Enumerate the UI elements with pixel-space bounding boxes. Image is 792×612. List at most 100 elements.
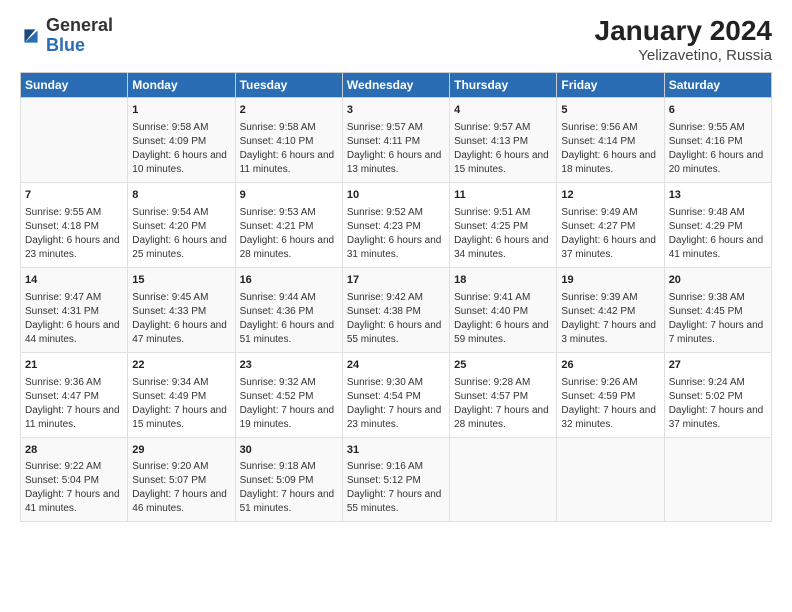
cell-content: Sunrise: 9:56 AMSunset: 4:14 PMDaylight:…	[561, 121, 659, 177]
header-sunday: Sunday	[21, 72, 128, 97]
table-row: 30Sunrise: 9:18 AMSunset: 5:09 PMDayligh…	[235, 437, 342, 522]
cell-content: Sunrise: 9:53 AMSunset: 4:21 PMDaylight:…	[240, 206, 338, 262]
calendar-title: January 2024	[595, 16, 772, 47]
day-number: 19	[561, 273, 659, 289]
day-number: 26	[561, 358, 659, 374]
day-number: 14	[25, 273, 123, 289]
table-row: 12 Sunrise: 9:49 AMSunset: 4:27 PMDayligh…	[557, 182, 664, 267]
day-number: 27	[669, 358, 767, 374]
day-number: 15	[132, 273, 230, 289]
table-row	[21, 97, 128, 182]
cell-content: Sunrise: 9:34 AMSunset: 4:49 PMDaylight:…	[132, 376, 230, 432]
day-number: 21	[25, 358, 123, 374]
day-number: 10	[347, 188, 445, 204]
cell-content: Sunrise: 9:36 AMSunset: 4:47 PMDaylight:…	[25, 376, 123, 432]
table-row: 22 Sunrise: 9:34 AMSunset: 4:49 PMDayligh…	[128, 352, 235, 437]
day-number: 3	[347, 103, 445, 119]
cell-content: Sunrise: 9:22 AMSunset: 5:04 PMDaylight:…	[25, 460, 123, 516]
cell-content: Sunrise: 9:18 AMSunset: 5:09 PMDaylight:…	[240, 460, 338, 516]
cell-content: Sunrise: 9:20 AMSunset: 5:07 PMDaylight:…	[132, 460, 230, 516]
day-number: 6	[669, 103, 767, 119]
table-row: 6 Sunrise: 9:55 AMSunset: 4:16 PMDaylight…	[664, 97, 771, 182]
table-row: 9Sunrise: 9:53 AMSunset: 4:21 PMDaylight…	[235, 182, 342, 267]
table-row: 14 Sunrise: 9:47 AMSunset: 4:31 PMDayligh…	[21, 267, 128, 352]
logo-icon	[20, 25, 42, 47]
day-number: 13	[669, 188, 767, 204]
day-number: 20	[669, 273, 767, 289]
cell-content: Sunrise: 9:30 AMSunset: 4:54 PMDaylight:…	[347, 376, 445, 432]
table-row: 20 Sunrise: 9:38 AMSunset: 4:45 PMDayligh…	[664, 267, 771, 352]
table-row: 2 Sunrise: 9:58 AMSunset: 4:10 PMDaylight…	[235, 97, 342, 182]
cell-content: Sunrise: 9:38 AMSunset: 4:45 PMDaylight:…	[669, 291, 767, 347]
header-friday: Friday	[557, 72, 664, 97]
page: General Blue January 2024 Yelizavetino, …	[0, 0, 792, 532]
cell-content: Sunrise: 9:26 AMSunset: 4:59 PMDaylight:…	[561, 376, 659, 432]
header: General Blue January 2024 Yelizavetino, …	[20, 16, 772, 64]
table-row: 5 Sunrise: 9:56 AMSunset: 4:14 PMDaylight…	[557, 97, 664, 182]
header-tuesday: Tuesday	[235, 72, 342, 97]
cell-content: Sunrise: 9:49 AMSunset: 4:27 PMDaylight:…	[561, 206, 659, 262]
table-row: 4 Sunrise: 9:57 AMSunset: 4:13 PMDaylight…	[450, 97, 557, 182]
table-row: 25Sunrise: 9:28 AMSunset: 4:57 PMDayligh…	[450, 352, 557, 437]
table-row: 21 Sunrise: 9:36 AMSunset: 4:47 PMDayligh…	[21, 352, 128, 437]
day-number: 25	[454, 358, 552, 374]
day-number: 18	[454, 273, 552, 289]
header-saturday: Saturday	[664, 72, 771, 97]
day-number: 29	[132, 443, 230, 459]
calendar-week-row: 28Sunrise: 9:22 AMSunset: 5:04 PMDayligh…	[21, 437, 772, 522]
cell-content: Sunrise: 9:24 AMSunset: 5:02 PMDaylight:…	[669, 376, 767, 432]
cell-content: Sunrise: 9:54 AMSunset: 4:20 PMDaylight:…	[132, 206, 230, 262]
day-number: 28	[25, 443, 123, 459]
table-row: 16 Sunrise: 9:44 AMSunset: 4:36 PMDayligh…	[235, 267, 342, 352]
day-number: 22	[132, 358, 230, 374]
header-wednesday: Wednesday	[342, 72, 449, 97]
day-number: 5	[561, 103, 659, 119]
cell-content: Sunrise: 9:58 AMSunset: 4:10 PMDaylight:…	[240, 121, 338, 177]
table-row: 8 Sunrise: 9:54 AMSunset: 4:20 PMDaylight…	[128, 182, 235, 267]
table-row: 27 Sunrise: 9:24 AMSunset: 5:02 PMDayligh…	[664, 352, 771, 437]
table-row	[450, 437, 557, 522]
table-row: 28Sunrise: 9:22 AMSunset: 5:04 PMDayligh…	[21, 437, 128, 522]
calendar-week-row: 21 Sunrise: 9:36 AMSunset: 4:47 PMDayligh…	[21, 352, 772, 437]
table-row: 15 Sunrise: 9:45 AMSunset: 4:33 PMDayligh…	[128, 267, 235, 352]
cell-content: Sunrise: 9:52 AMSunset: 4:23 PMDaylight:…	[347, 206, 445, 262]
table-row: 26 Sunrise: 9:26 AMSunset: 4:59 PMDayligh…	[557, 352, 664, 437]
day-number: 1	[132, 103, 230, 119]
cell-content: Sunrise: 9:44 AMSunset: 4:36 PMDaylight:…	[240, 291, 338, 347]
logo: General Blue	[20, 16, 113, 56]
header-monday: Monday	[128, 72, 235, 97]
day-number: 2	[240, 103, 338, 119]
cell-content: Sunrise: 9:55 AMSunset: 4:16 PMDaylight:…	[669, 121, 767, 177]
table-row	[664, 437, 771, 522]
logo-text: General Blue	[46, 16, 113, 56]
table-row: 13Sunrise: 9:48 AMSunset: 4:29 PMDayligh…	[664, 182, 771, 267]
day-number: 4	[454, 103, 552, 119]
day-number: 16	[240, 273, 338, 289]
day-number: 7	[25, 188, 123, 204]
cell-content: Sunrise: 9:57 AMSunset: 4:11 PMDaylight:…	[347, 121, 445, 177]
table-row: 11Sunrise: 9:51 AMSunset: 4:25 PMDayligh…	[450, 182, 557, 267]
header-thursday: Thursday	[450, 72, 557, 97]
calendar-table: Sunday Monday Tuesday Wednesday Thursday…	[20, 72, 772, 523]
day-number: 31	[347, 443, 445, 459]
cell-content: Sunrise: 9:57 AMSunset: 4:13 PMDaylight:…	[454, 121, 552, 177]
calendar-week-row: 7 Sunrise: 9:55 AMSunset: 4:18 PMDaylight…	[21, 182, 772, 267]
table-row: 3 Sunrise: 9:57 AMSunset: 4:11 PMDaylight…	[342, 97, 449, 182]
cell-content: Sunrise: 9:16 AMSunset: 5:12 PMDaylight:…	[347, 460, 445, 516]
calendar-week-row: 14 Sunrise: 9:47 AMSunset: 4:31 PMDayligh…	[21, 267, 772, 352]
table-row: 23Sunrise: 9:32 AMSunset: 4:52 PMDayligh…	[235, 352, 342, 437]
day-number: 12	[561, 188, 659, 204]
title-block: January 2024 Yelizavetino, Russia	[595, 16, 772, 64]
cell-content: Sunrise: 9:39 AMSunset: 4:42 PMDaylight:…	[561, 291, 659, 347]
table-row: 31Sunrise: 9:16 AMSunset: 5:12 PMDayligh…	[342, 437, 449, 522]
cell-content: Sunrise: 9:47 AMSunset: 4:31 PMDaylight:…	[25, 291, 123, 347]
cell-content: Sunrise: 9:45 AMSunset: 4:33 PMDaylight:…	[132, 291, 230, 347]
table-row: 17Sunrise: 9:42 AMSunset: 4:38 PMDayligh…	[342, 267, 449, 352]
table-row: 18Sunrise: 9:41 AMSunset: 4:40 PMDayligh…	[450, 267, 557, 352]
day-number: 24	[347, 358, 445, 374]
cell-content: Sunrise: 9:51 AMSunset: 4:25 PMDaylight:…	[454, 206, 552, 262]
table-row: 10 Sunrise: 9:52 AMSunset: 4:23 PMDayligh…	[342, 182, 449, 267]
day-number: 8	[132, 188, 230, 204]
header-row: Sunday Monday Tuesday Wednesday Thursday…	[21, 72, 772, 97]
cell-content: Sunrise: 9:55 AMSunset: 4:18 PMDaylight:…	[25, 206, 123, 262]
